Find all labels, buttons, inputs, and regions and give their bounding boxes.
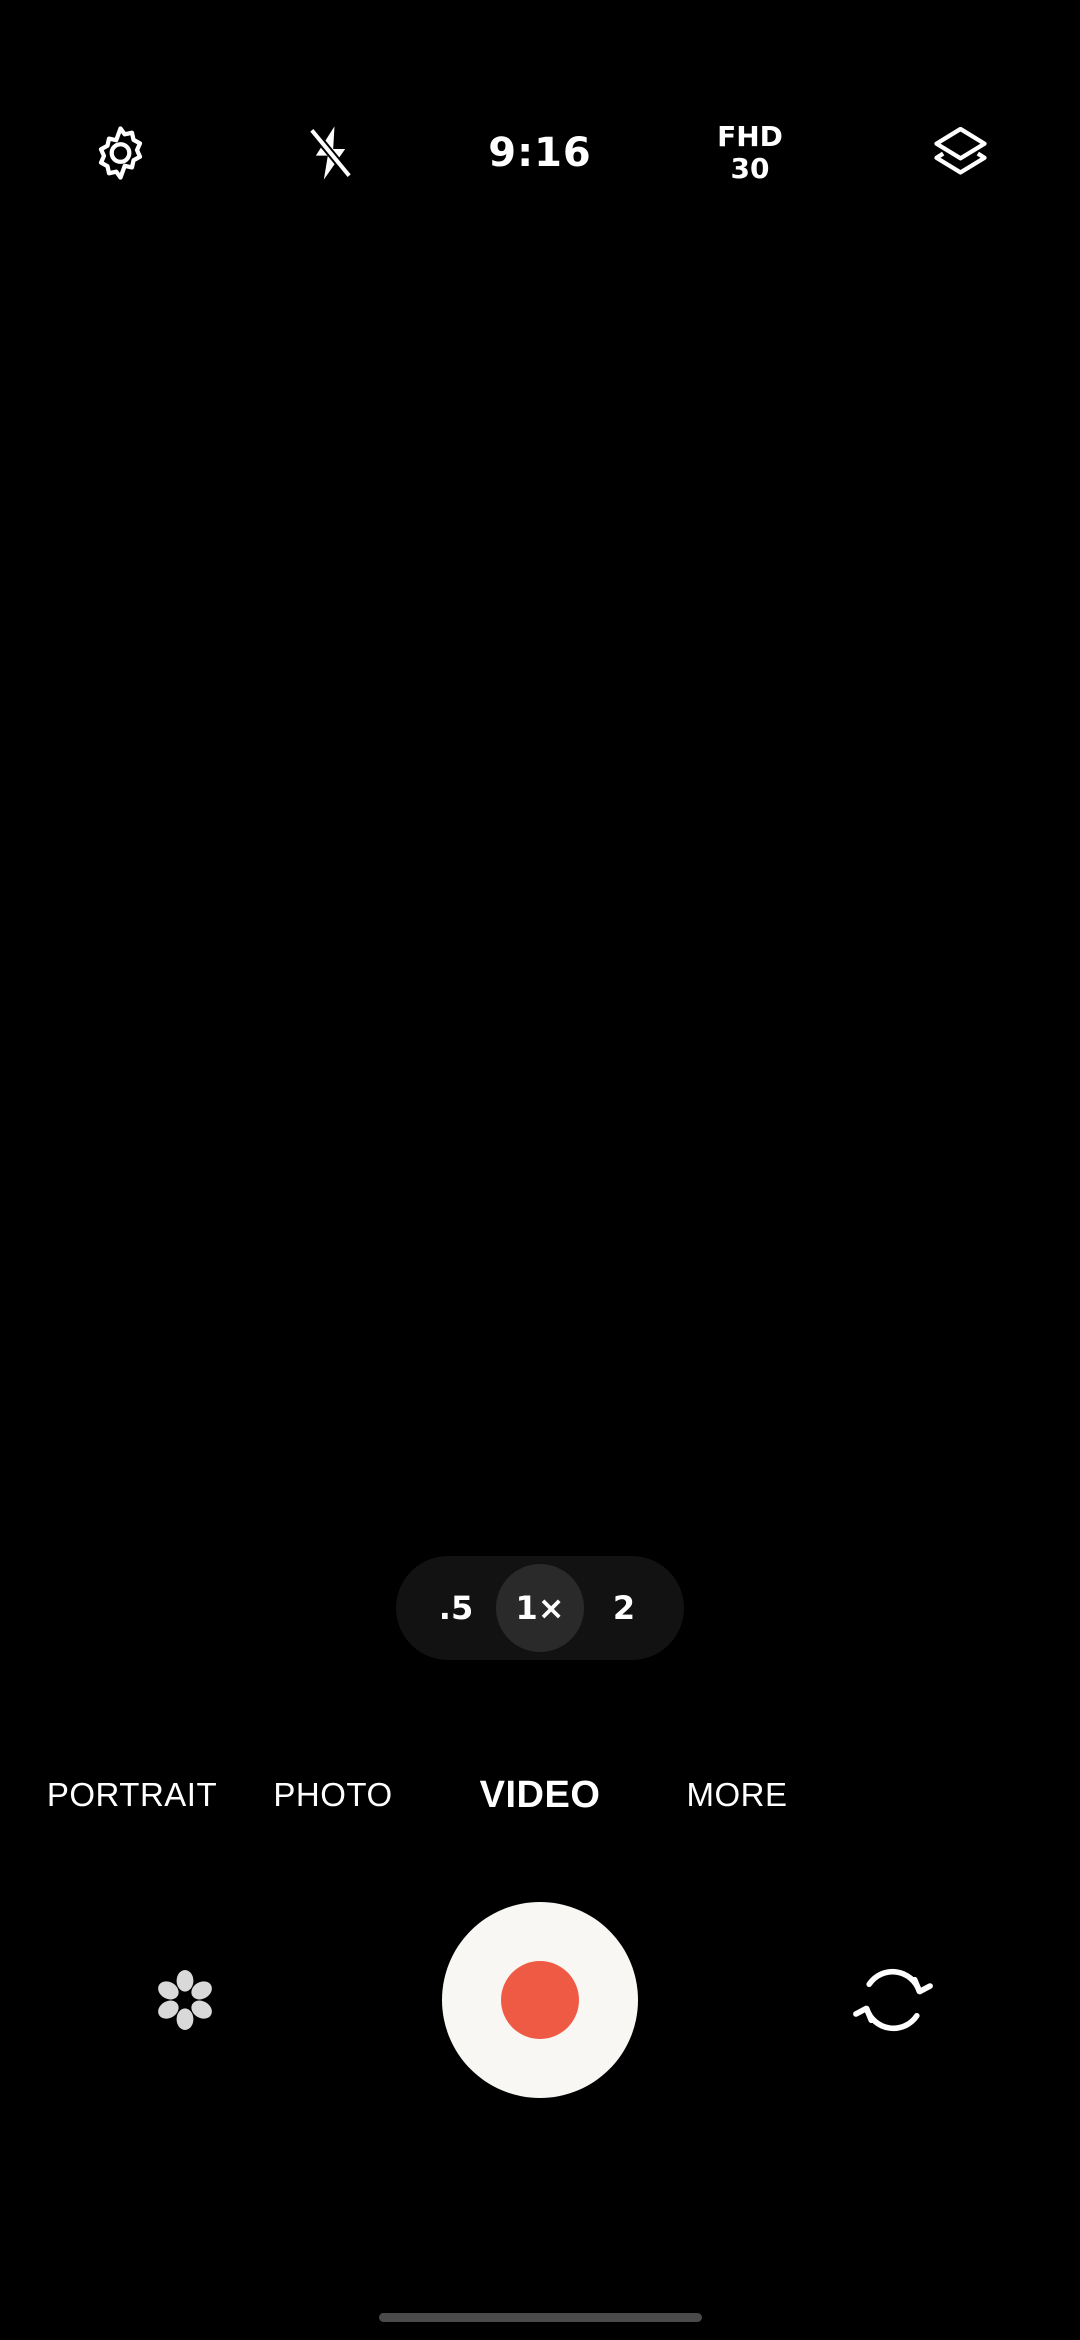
resolution-label: FHD bbox=[717, 119, 783, 153]
switch-camera-icon bbox=[853, 1968, 933, 2032]
flash-button[interactable] bbox=[268, 90, 393, 215]
timer-label: 9:16 bbox=[488, 129, 592, 176]
settings-button[interactable] bbox=[58, 90, 183, 215]
mode-selector: PORTRAIT PHOTO VIDEO MORE bbox=[0, 1760, 1080, 1830]
zoom-selector: .5 1× 2 bbox=[396, 1556, 684, 1660]
zoom-label: .5 bbox=[438, 1589, 474, 1627]
record-icon bbox=[501, 1961, 579, 2039]
layers-button[interactable] bbox=[898, 90, 1023, 215]
record-button[interactable] bbox=[442, 1902, 638, 2098]
zoom-0-5-button[interactable]: .5 bbox=[412, 1564, 500, 1652]
filter-button[interactable] bbox=[125, 1940, 245, 2060]
mode-portrait[interactable]: PORTRAIT bbox=[47, 1760, 217, 1830]
zoom-label: 2 bbox=[612, 1589, 636, 1627]
gear-icon bbox=[98, 125, 142, 180]
resolution-button[interactable]: FHD 30 bbox=[688, 90, 813, 215]
home-indicator[interactable] bbox=[379, 2313, 702, 2322]
switch-camera-button[interactable] bbox=[833, 1940, 953, 2060]
zoom-2-button[interactable]: 2 bbox=[580, 1564, 668, 1652]
zoom-1x-button[interactable]: 1× bbox=[496, 1564, 584, 1652]
mode-more[interactable]: MORE bbox=[687, 1760, 788, 1830]
layers-icon bbox=[933, 126, 987, 175]
top-bar: 9:16 FHD 30 bbox=[0, 90, 1080, 215]
filter-flower-icon bbox=[158, 1970, 212, 2030]
framerate-label: 30 bbox=[730, 151, 770, 185]
flash-off-icon bbox=[308, 125, 352, 180]
timer-ratio-button[interactable]: 9:16 bbox=[478, 90, 603, 215]
camera-viewfinder[interactable] bbox=[0, 215, 1080, 1545]
zoom-label: 1× bbox=[515, 1589, 565, 1627]
mode-photo[interactable]: PHOTO bbox=[273, 1760, 392, 1830]
mode-video[interactable]: VIDEO bbox=[480, 1760, 601, 1830]
